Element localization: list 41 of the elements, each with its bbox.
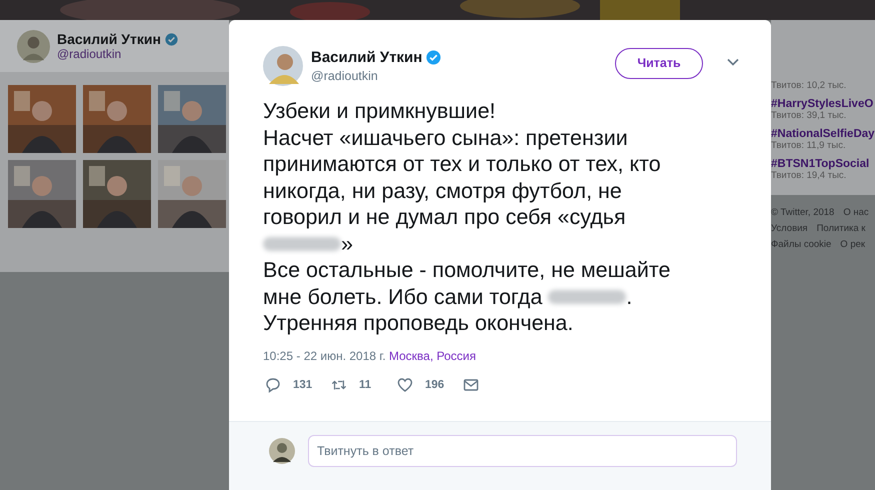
chevron-down-icon[interactable] bbox=[727, 58, 739, 66]
tweet-text: Все остальные - помолчите, не мешайте bbox=[263, 257, 670, 284]
tweet-text: говорил и не думал про себя «судья bbox=[263, 204, 626, 230]
avatar-icon[interactable] bbox=[263, 46, 303, 86]
follow-button[interactable]: Читать bbox=[615, 48, 703, 78]
tweet-timestamp: 10:25 - 22 июн. 2018 г. bbox=[263, 348, 386, 362]
reply-icon[interactable] bbox=[265, 376, 281, 392]
location-link[interactable]: Москва, Россия bbox=[389, 348, 476, 362]
mail-icon[interactable] bbox=[463, 376, 479, 392]
tweet-text: Утренняя проповедь окончена. bbox=[263, 310, 574, 336]
tweet-text: принимаются от тех и только от тех, кто bbox=[263, 151, 661, 178]
author-handle: @radioutkin bbox=[311, 69, 379, 83]
footer-link[interactable]: © Twitter, 2018 bbox=[771, 207, 834, 218]
avatar-icon[interactable] bbox=[17, 30, 50, 62]
tweet-text: никогда, ни разу, смотря футбол, не bbox=[263, 178, 622, 204]
heart-icon[interactable] bbox=[397, 376, 413, 392]
tweet-count: Твитов: 10,2 тыс. bbox=[771, 80, 848, 91]
trend-hashtag[interactable]: #BTSN1TopSocial bbox=[771, 158, 875, 170]
action-count: 131 bbox=[293, 378, 312, 390]
profile-name: Василий Уткин bbox=[57, 31, 161, 47]
tweet-text: . bbox=[626, 284, 632, 310]
footer-link[interactable]: Условия bbox=[771, 223, 808, 234]
tweet-count: Твитов: 39,1 тыс. bbox=[771, 110, 848, 121]
tweet-count: Твитов: 19,4 тыс. bbox=[771, 170, 848, 181]
tweet-text: » bbox=[341, 230, 353, 257]
reply-input-field[interactable]: Твитнуть в ответ bbox=[308, 434, 737, 466]
footer-link[interactable]: Файлы cookie bbox=[771, 239, 832, 250]
footer-link[interactable]: О нас bbox=[843, 207, 869, 218]
footer-link[interactable]: Политика к bbox=[816, 223, 866, 234]
tweet-text: Насчет «ишачьего сына»: претензии bbox=[263, 124, 628, 151]
tweet-text: Узбеки и примкнувшие! bbox=[263, 98, 496, 124]
footer-link[interactable]: О рек bbox=[840, 239, 866, 250]
action-count: 11 bbox=[359, 378, 372, 390]
profile-handle[interactable]: @radioutkin bbox=[57, 47, 178, 61]
action-count: 196 bbox=[425, 378, 444, 390]
tweet-count: Твитов: 11,9 тыс. bbox=[771, 140, 847, 151]
author-name[interactable]: Василий Уткин bbox=[311, 49, 422, 66]
tweet-text: мне болеть. Ибо сами тогда bbox=[263, 284, 544, 310]
trend-hashtag[interactable]: #HarryStylesLiveO bbox=[771, 98, 875, 110]
trend-hashtag[interactable]: #NationalSelfieDay bbox=[771, 128, 875, 140]
avatar-icon bbox=[269, 438, 295, 464]
